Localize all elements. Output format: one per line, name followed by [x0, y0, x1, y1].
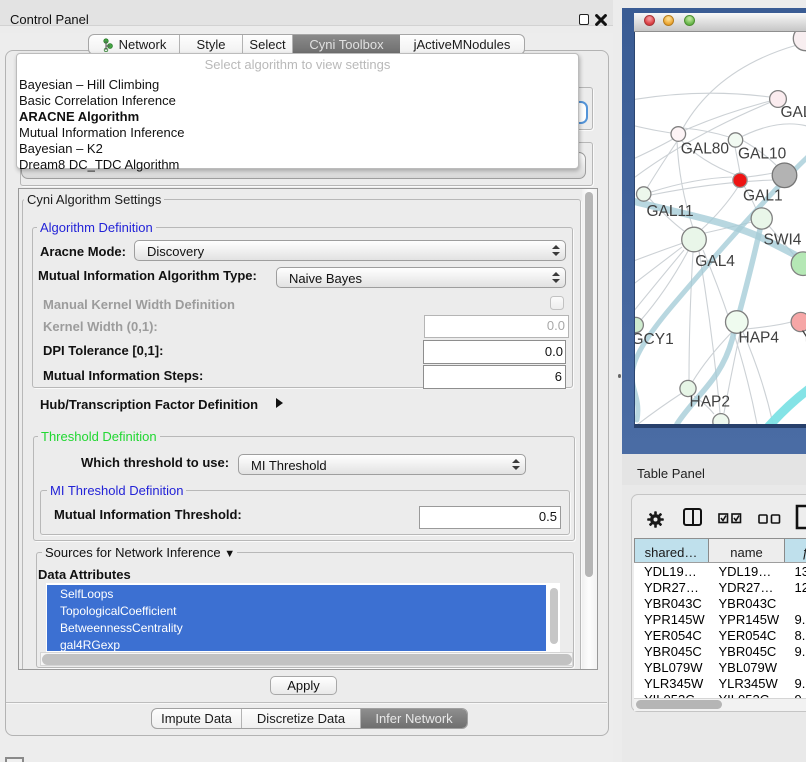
svg-text:GAL4: GAL4 [695, 253, 735, 270]
svg-text:SWI4: SWI4 [764, 231, 802, 248]
svg-text:HAP4: HAP4 [739, 330, 780, 347]
svg-text:Y: Y [802, 329, 806, 346]
svg-text:GAL11: GAL11 [647, 203, 694, 220]
svg-text:HAP2: HAP2 [690, 394, 731, 411]
svg-text:GCY1: GCY1 [635, 331, 674, 348]
svg-text:GAL80: GAL80 [681, 140, 730, 157]
svg-text:GAL7: GAL7 [781, 104, 806, 121]
svg-text:GAL1: GAL1 [743, 188, 783, 205]
svg-text:GAL10: GAL10 [738, 146, 787, 163]
